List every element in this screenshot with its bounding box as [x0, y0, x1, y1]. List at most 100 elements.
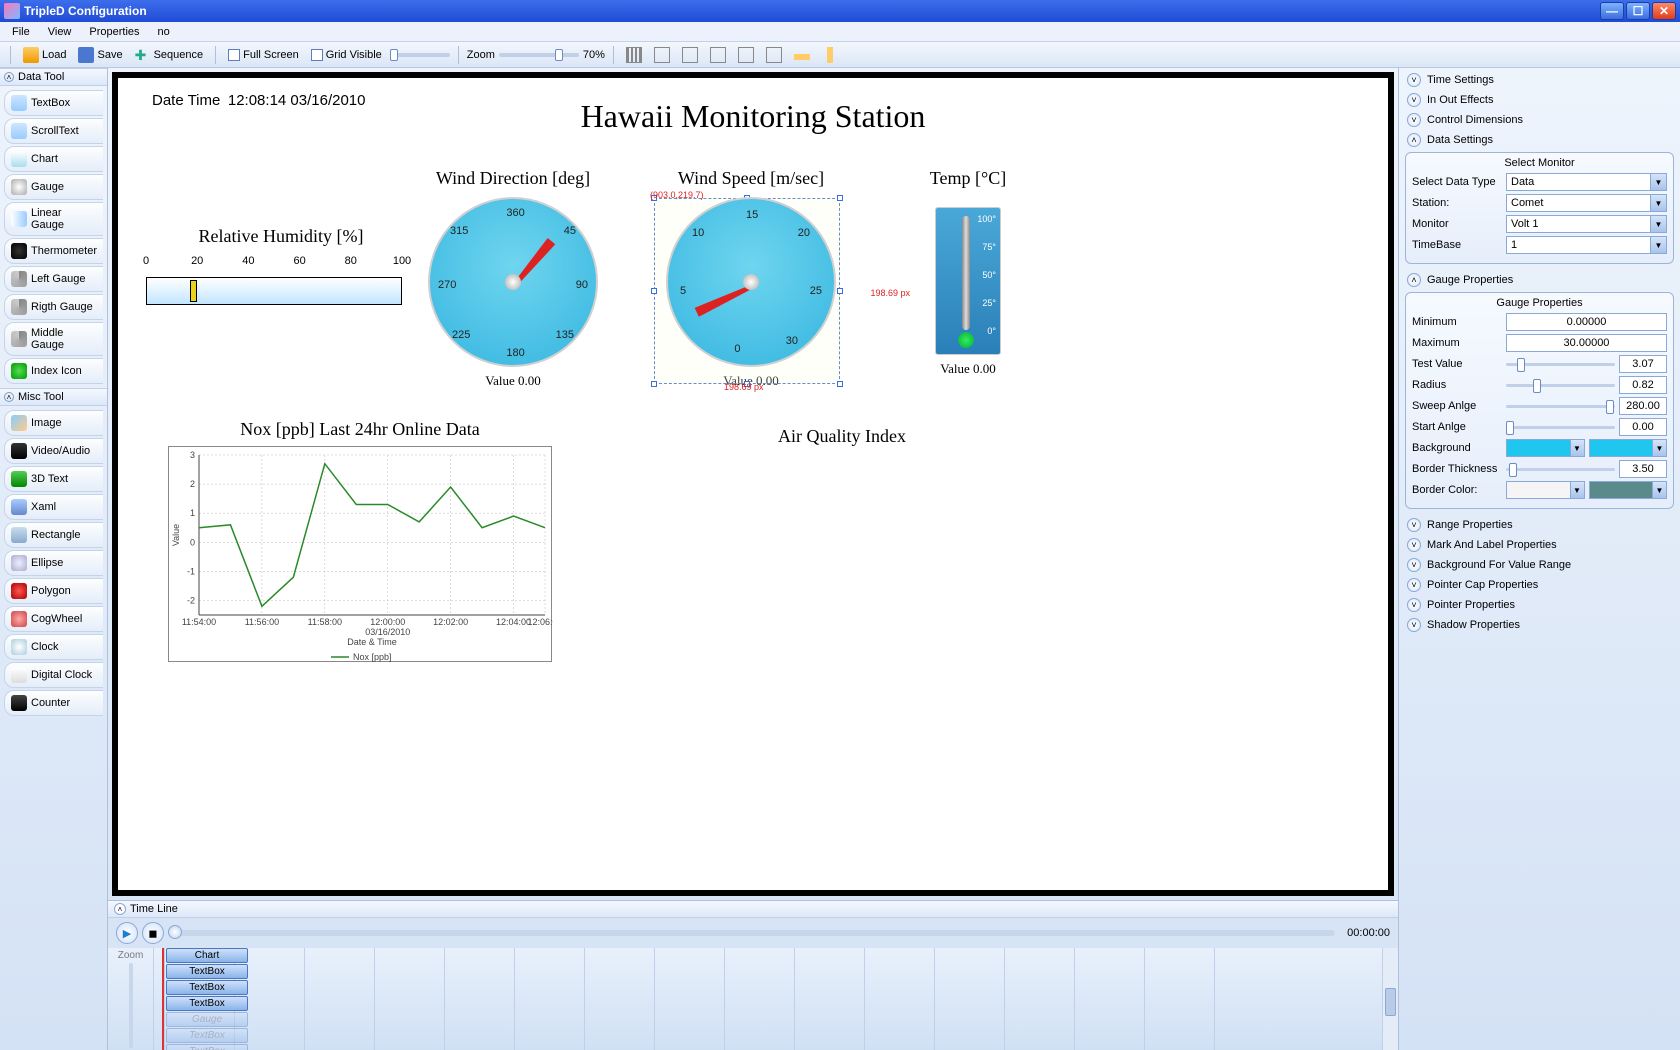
save-button[interactable]: Save	[74, 45, 126, 65]
svg-text:11:54:00: 11:54:00	[182, 617, 216, 627]
timeline-play-button[interactable]: ▶	[116, 922, 138, 944]
station-combo[interactable]: Comet▼	[1506, 194, 1667, 212]
temp-thermometer[interactable]: 100° 75° 50° 25° 0°	[935, 207, 1001, 355]
maximize-button[interactable]: ☐	[1626, 2, 1650, 20]
section-in-out-effects[interactable]: ˅In Out Effects	[1401, 90, 1678, 110]
bg-color-2[interactable]: ▼	[1589, 439, 1668, 457]
tool-counter[interactable]: Counter	[4, 690, 103, 716]
border-color-1[interactable]: ▼	[1506, 481, 1585, 499]
maximum-input[interactable]: 30.00000	[1506, 334, 1667, 352]
timeline-item[interactable]: TextBox	[166, 996, 248, 1011]
section-control-dimensions[interactable]: ˅Control Dimensions	[1401, 110, 1678, 130]
sequence-button[interactable]: ✚Sequence	[131, 45, 208, 65]
humidity-gauge[interactable]	[146, 277, 402, 305]
close-button[interactable]: ✕	[1652, 2, 1676, 20]
tool-rectangle[interactable]: Rectangle	[4, 522, 103, 548]
fullscreen-toggle[interactable]: Full Screen	[224, 47, 303, 63]
grid-slider[interactable]	[390, 53, 450, 57]
section-data-settings[interactable]: ˄Data Settings	[1401, 130, 1678, 150]
align-btn-6[interactable]	[762, 45, 786, 65]
tool-clock[interactable]: Clock	[4, 634, 103, 660]
timeline-scrubber[interactable]	[168, 930, 1335, 936]
bg-color-1[interactable]: ▼	[1506, 439, 1585, 457]
chevron-icon: ˅	[1407, 538, 1421, 552]
border-color-2[interactable]: ▼	[1589, 481, 1668, 499]
menu-help[interactable]: no	[150, 24, 178, 40]
border-thickness-slider[interactable]	[1506, 461, 1615, 477]
timeline-item[interactable]: TextBox	[166, 1028, 248, 1043]
tool-scrolltext[interactable]: ScrollText	[4, 118, 103, 144]
timeline-scrollbar[interactable]	[1382, 948, 1398, 1050]
timeline-stop-button[interactable]: ◼	[142, 922, 164, 944]
radius-input[interactable]: 0.82	[1619, 376, 1667, 394]
menu-view[interactable]: View	[40, 24, 80, 40]
middle-gauge-icon	[11, 331, 27, 347]
tool-rigth-gauge[interactable]: Rigth Gauge	[4, 294, 103, 320]
timebase-combo[interactable]: 1▼	[1506, 236, 1667, 254]
timeline-item[interactable]: TextBox	[166, 1044, 248, 1050]
data-type-combo[interactable]: Data▼	[1506, 173, 1667, 191]
tool-middle-gauge[interactable]: Middle Gauge	[4, 322, 103, 356]
align-btn-3[interactable]	[678, 45, 702, 65]
align-btn-2[interactable]	[650, 45, 674, 65]
menu-file[interactable]: File	[4, 24, 38, 40]
radius-slider[interactable]	[1506, 377, 1615, 393]
tool-image[interactable]: Image	[4, 410, 103, 436]
nox-chart[interactable]: Nox [ppb] Last 24hr Online Data -2-10123…	[168, 446, 552, 662]
section-time-settings[interactable]: ˅Time Settings	[1401, 70, 1678, 90]
test-value-slider[interactable]	[1506, 356, 1615, 372]
wind-dir-gauge[interactable]: 360 45 90 135 180 225 270 315	[428, 197, 598, 367]
tool-linear-gauge[interactable]: Linear Gauge	[4, 202, 103, 236]
misc-tool-header[interactable]: ˄Misc Tool	[0, 388, 107, 406]
align-btn-5[interactable]	[734, 45, 758, 65]
tool-gauge[interactable]: Gauge	[4, 174, 103, 200]
menu-properties[interactable]: Properties	[81, 24, 147, 40]
tool-ellipse[interactable]: Ellipse	[4, 550, 103, 576]
tool-3d-text[interactable]: 3D Text	[4, 466, 103, 492]
humidity-tick: 20	[191, 255, 203, 267]
tool-textbox[interactable]: TextBox	[4, 90, 103, 116]
monitor-combo[interactable]: Volt 1▼	[1506, 215, 1667, 233]
timeline-header[interactable]: ˄Time Line	[108, 901, 1398, 918]
section-range-properties[interactable]: ˅Range Properties	[1401, 515, 1678, 535]
timeline-item[interactable]: Chart	[166, 948, 248, 963]
section-shadow-properties[interactable]: ˅Shadow Properties	[1401, 615, 1678, 635]
tool-video-audio[interactable]: Video/Audio	[4, 438, 103, 464]
sweep-slider[interactable]	[1506, 398, 1615, 414]
ruler-h-button[interactable]	[790, 47, 814, 62]
section-pointer-properties[interactable]: ˅Pointer Properties	[1401, 595, 1678, 615]
chevron-icon: ˄	[4, 392, 14, 402]
section-mark-and-label-properties[interactable]: ˅Mark And Label Properties	[1401, 535, 1678, 555]
start-slider[interactable]	[1506, 419, 1615, 435]
timeline-item[interactable]: Gauge	[166, 1012, 248, 1027]
wind-speed-gauge[interactable]: 0 5 10 15 20 25 30	[666, 197, 836, 367]
timeline-item[interactable]: TextBox	[166, 980, 248, 995]
tool-chart[interactable]: Chart	[4, 146, 103, 172]
load-button[interactable]: Load	[19, 45, 70, 65]
chevron-icon: ˅	[1407, 113, 1421, 127]
start-input[interactable]: 0.00	[1619, 418, 1667, 436]
section-background-for-value-range[interactable]: ˅Background For Value Range	[1401, 555, 1678, 575]
align-btn-4[interactable]	[706, 45, 730, 65]
tool-index-icon[interactable]: Index Icon	[4, 358, 103, 384]
tool-xaml[interactable]: Xaml	[4, 494, 103, 520]
sweep-input[interactable]: 280.00	[1619, 397, 1667, 415]
data-tool-header[interactable]: ˄Data Tool	[0, 68, 107, 86]
minimize-button[interactable]: —	[1600, 2, 1624, 20]
tool-cogwheel[interactable]: CogWheel	[4, 606, 103, 632]
border-thickness-input[interactable]: 3.50	[1619, 460, 1667, 478]
minimum-input[interactable]: 0.00000	[1506, 313, 1667, 331]
tool-digital-clock[interactable]: Digital Clock	[4, 662, 103, 688]
test-value-input[interactable]: 3.07	[1619, 355, 1667, 373]
tool-left-gauge[interactable]: Left Gauge	[4, 266, 103, 292]
section-gauge-properties[interactable]: ˄Gauge Properties	[1401, 270, 1678, 290]
tool-polygon[interactable]: Polygon	[4, 578, 103, 604]
section-pointer-cap-properties[interactable]: ˅Pointer Cap Properties	[1401, 575, 1678, 595]
grid-visible-toggle[interactable]: Grid Visible	[307, 47, 386, 63]
timeline-zoom-slider[interactable]	[129, 963, 133, 1048]
zoom-slider[interactable]	[499, 53, 579, 57]
timeline-item[interactable]: TextBox	[166, 964, 248, 979]
ruler-v-button[interactable]	[818, 45, 837, 65]
align-btn-1[interactable]	[622, 45, 646, 65]
tool-thermometer[interactable]: Thermometer	[4, 238, 103, 264]
